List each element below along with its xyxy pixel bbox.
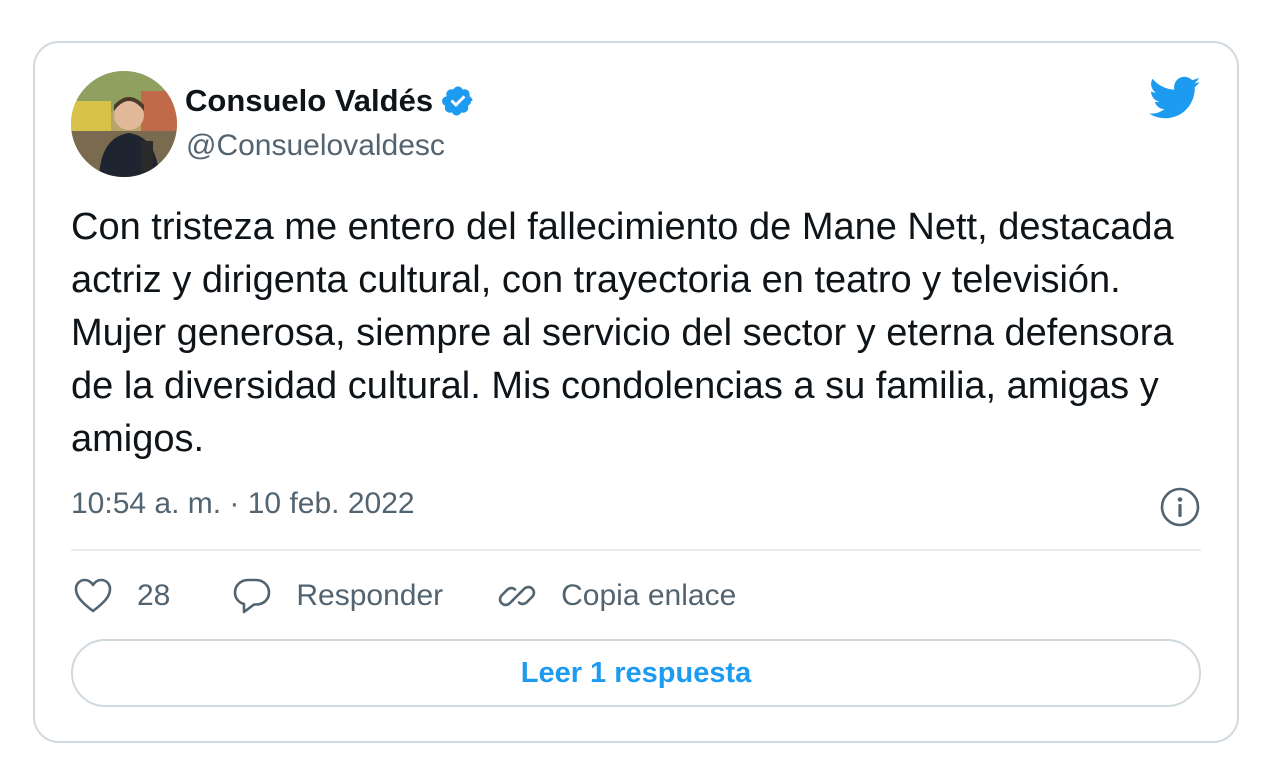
copy-link-label: Copia enlace [561, 579, 737, 612]
reply-button[interactable]: Responder [230, 574, 443, 618]
read-replies-button[interactable]: Leer 1 respuesta [71, 639, 1201, 707]
verified-badge-icon [441, 84, 475, 118]
action-bar: 28 Responder Copia enlace [71, 573, 772, 619]
info-icon[interactable] [1159, 486, 1201, 528]
like-button[interactable]: 28 [71, 574, 170, 618]
tweet-text: Con tristeza me entero del fallecimiento… [71, 206, 1174, 460]
read-replies-label: Leer 1 respuesta [520, 656, 752, 689]
tweet-timestamp[interactable]: 10:54 a. m. · 10 feb. 2022 [71, 487, 415, 521]
like-count: 28 [137, 579, 171, 612]
avatar[interactable] [71, 71, 177, 177]
tweet-card: Consuelo Valdés @Consuelovaldesc Con tri… [33, 41, 1239, 743]
author-handle[interactable]: @Consuelovaldesc [186, 129, 445, 163]
author-name-text[interactable]: Consuelo Valdés [185, 83, 433, 119]
reply-label: Responder [296, 579, 444, 612]
copy-link-button[interactable]: Copia enlace [495, 574, 736, 618]
heart-icon [74, 578, 112, 613]
divider [71, 549, 1201, 551]
reply-icon [234, 578, 271, 614]
twitter-bird-icon[interactable] [1149, 71, 1201, 123]
link-icon [498, 585, 536, 607]
author-name[interactable]: Consuelo Valdés [185, 83, 475, 119]
